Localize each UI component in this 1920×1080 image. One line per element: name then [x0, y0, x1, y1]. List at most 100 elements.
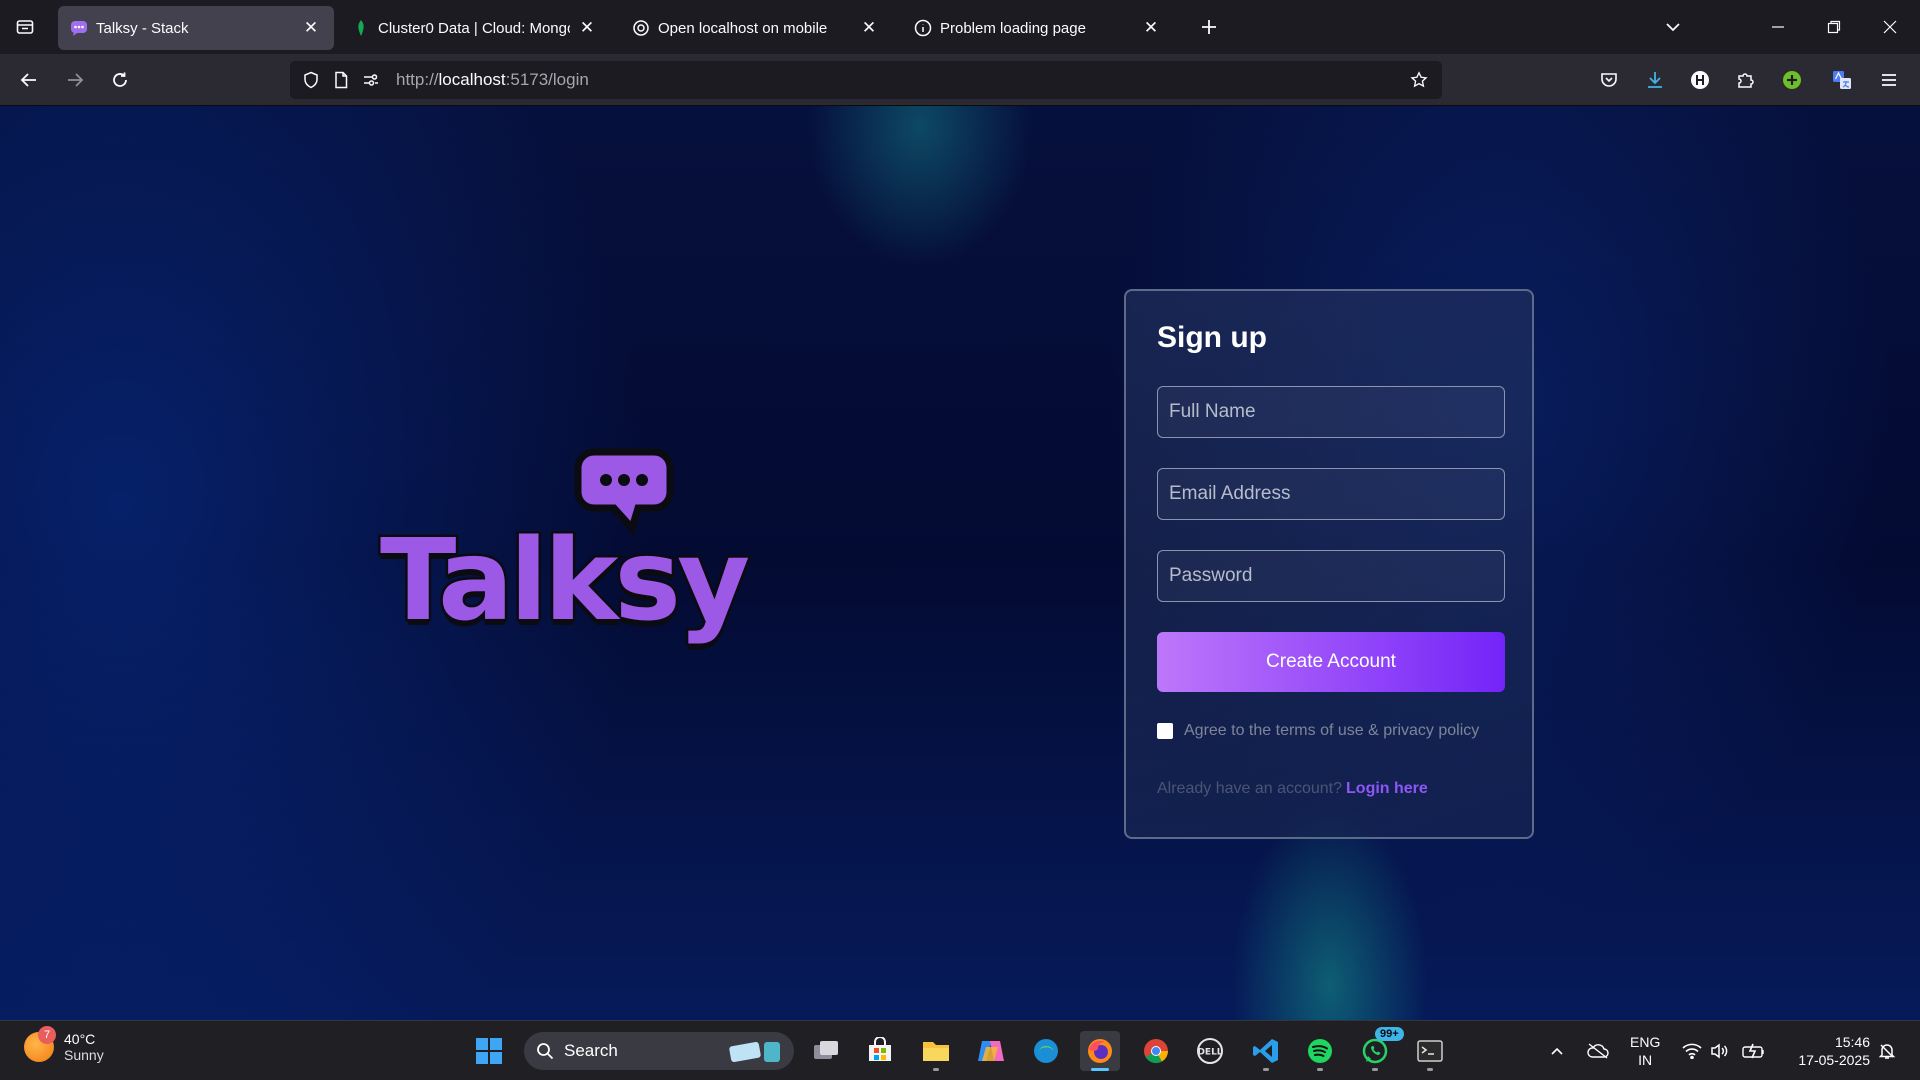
clock-time: 15:46 [1834, 1034, 1870, 1050]
show-hidden-icons-chevron-icon[interactable] [1545, 1039, 1569, 1063]
bookmark-star-icon[interactable] [1404, 65, 1434, 95]
full-name-field[interactable] [1157, 386, 1505, 438]
spotify-icon[interactable] [1300, 1031, 1340, 1071]
search-icon [537, 1043, 554, 1060]
running-indicator [1317, 1068, 1323, 1071]
page-info-icon[interactable] [326, 65, 356, 95]
weather-temp: 40°C [64, 1031, 96, 1047]
tab-title: Cluster0 Data | Cloud: MongoDB [378, 19, 570, 37]
notifications-bell-icon[interactable] [1875, 1039, 1899, 1063]
task-view-icon[interactable] [806, 1031, 846, 1071]
region-code: IN [1638, 1052, 1653, 1068]
talksy-logo: Talksy [377, 446, 753, 656]
tab-bar: Talksy - Stack ✕ Cluster0 Data | Cloud: … [0, 0, 1920, 54]
microsoft-store-icon[interactable] [860, 1031, 900, 1071]
email-field[interactable] [1157, 468, 1505, 520]
tab-title: Open localhost on mobile [658, 19, 828, 37]
password-field[interactable] [1157, 550, 1505, 602]
running-indicator [1263, 1068, 1269, 1071]
close-tab-icon[interactable]: ✕ [576, 17, 598, 39]
close-window-icon[interactable] [1868, 10, 1912, 44]
extensions-puzzle-icon[interactable] [1728, 63, 1762, 97]
close-tab-icon[interactable]: ✕ [858, 17, 880, 39]
input-language[interactable]: ENG IN [1630, 1033, 1660, 1069]
taskbar-search[interactable]: Search [524, 1032, 794, 1070]
already-have-account-text: Already have an account? [1157, 780, 1343, 797]
login-here-link[interactable]: Login here [1346, 780, 1428, 797]
extension-green-plus-icon[interactable] [1775, 63, 1809, 97]
search-label: Search [564, 1041, 618, 1060]
tracking-protection-shield-icon[interactable] [296, 65, 326, 95]
mongodb-leaf-icon [352, 19, 370, 37]
weather-widget[interactable]: 7 40°C Sunny [24, 1026, 104, 1063]
tab-mongodb[interactable]: Cluster0 Data | Cloud: MongoDB ✕ [340, 6, 610, 50]
logo-wordmark: Talksy [377, 514, 752, 649]
reload-icon[interactable] [103, 63, 137, 97]
sun-icon: 7 [24, 1026, 56, 1062]
windows-taskbar: 7 40°C Sunny Search DELL 99+ ENG IN 15:4… [0, 1020, 1920, 1080]
google-chrome-icon[interactable] [1136, 1031, 1176, 1071]
copilot-icon[interactable] [971, 1031, 1011, 1071]
tab-title: Problem loading page [940, 19, 1086, 37]
navigation-toolbar: http://localhost:5173/login [0, 54, 1920, 106]
url-text: http://localhost:5173/login [396, 70, 589, 89]
signup-card: Sign up Create Account Agree to the term… [1124, 289, 1534, 839]
battery-charging-icon[interactable] [1742, 1039, 1766, 1063]
openai-icon [632, 19, 650, 37]
firefox-icon[interactable] [1080, 1031, 1120, 1071]
vscode-icon[interactable] [1246, 1031, 1286, 1071]
tab-title: Talksy - Stack [96, 19, 189, 37]
close-tab-icon[interactable]: ✕ [1140, 17, 1162, 39]
login-prompt: Already have an account? Login here [1157, 780, 1501, 798]
tab-problem-loading[interactable]: Problem loading page ✕ [902, 6, 1174, 50]
password-input[interactable] [1169, 565, 1493, 587]
dell-icon[interactable]: DELL [1190, 1031, 1230, 1071]
firefox-view-icon[interactable] [8, 10, 42, 44]
permissions-icon[interactable] [356, 65, 386, 95]
terminal-icon[interactable] [1410, 1031, 1450, 1071]
volume-icon[interactable] [1708, 1039, 1732, 1063]
restore-window-icon[interactable] [1812, 10, 1856, 44]
signup-title: Sign up [1157, 321, 1267, 354]
weather-desc: Sunny [64, 1047, 104, 1063]
url-bar[interactable]: http://localhost:5173/login [290, 61, 1442, 99]
clock-date: 17-05-2025 [1798, 1052, 1870, 1068]
active-indicator [1091, 1068, 1109, 1071]
talksy-favicon-icon [70, 19, 88, 37]
wifi-icon[interactable] [1680, 1039, 1704, 1063]
create-account-button[interactable]: Create Account [1157, 632, 1505, 692]
minimize-window-icon[interactable] [1756, 10, 1800, 44]
terms-agree-row: Agree to the terms of use & privacy poli… [1157, 722, 1501, 740]
page-viewport: Talksy Sign up Create Account Agree to t… [0, 106, 1920, 1020]
list-all-tabs-chevron-icon[interactable] [1656, 10, 1690, 44]
translate-icon[interactable] [1825, 63, 1859, 97]
whatsapp-icon[interactable]: 99+ [1355, 1027, 1404, 1071]
running-indicator [933, 1068, 939, 1071]
running-indicator [1372, 1068, 1378, 1071]
pocket-icon[interactable] [1592, 63, 1626, 97]
microsoft-edge-icon[interactable] [1026, 1031, 1066, 1071]
terms-label: Agree to the terms of use & privacy poli… [1184, 722, 1480, 739]
language-code: ENG [1630, 1034, 1661, 1050]
back-arrow-icon[interactable] [12, 63, 46, 97]
tab-talksy[interactable]: Talksy - Stack ✕ [58, 6, 334, 50]
terms-checkbox[interactable] [1157, 723, 1173, 739]
system-clock[interactable]: 15:46 17-05-2025 [1780, 1033, 1870, 1069]
tab-open-localhost[interactable]: Open localhost on mobile ✕ [620, 6, 892, 50]
running-indicator [1427, 1068, 1433, 1071]
windows-start-icon[interactable] [469, 1031, 509, 1071]
chat-bubble-logo-icon [574, 448, 674, 535]
new-tab-button[interactable] [1192, 10, 1226, 44]
file-explorer-icon[interactable] [916, 1031, 956, 1071]
whatsapp-notification-badge: 99+ [1375, 1027, 1404, 1041]
full-name-input[interactable] [1169, 401, 1493, 423]
email-input[interactable] [1169, 483, 1493, 505]
downloads-icon[interactable] [1638, 63, 1672, 97]
hamburger-menu-icon[interactable] [1872, 63, 1906, 97]
close-tab-icon[interactable]: ✕ [300, 17, 322, 39]
onedrive-cloud-off-icon[interactable] [1586, 1039, 1610, 1063]
svg-text:DELL: DELL [1197, 1048, 1222, 1058]
search-highlight-travel-icon [729, 1041, 780, 1063]
forward-arrow-icon[interactable] [58, 63, 92, 97]
extension-h-icon[interactable] [1683, 63, 1717, 97]
